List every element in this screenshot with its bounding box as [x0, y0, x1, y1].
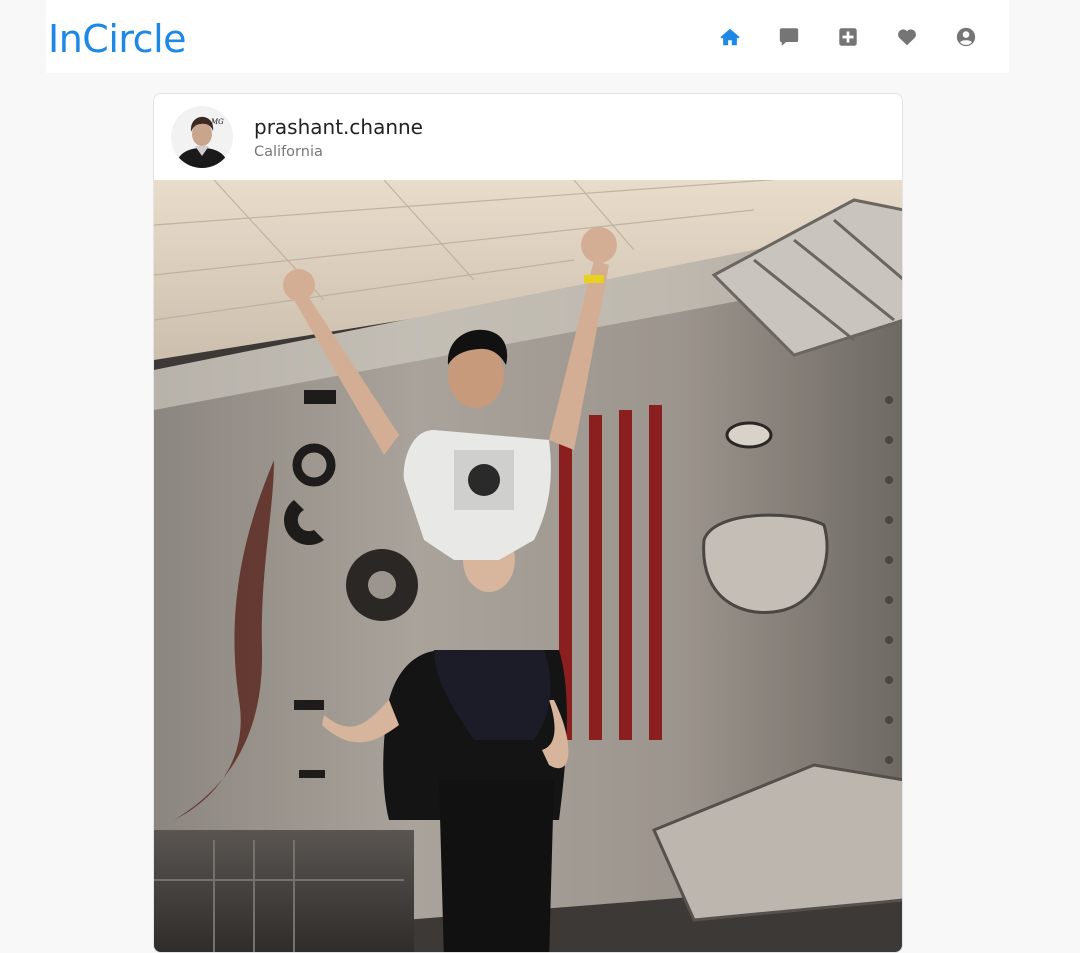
post-photo[interactable] [154, 180, 902, 952]
post-image [154, 180, 902, 952]
post-card: MG prashant.channe California [153, 93, 903, 953]
app-logo[interactable]: InCircle [46, 17, 187, 61]
nav-likes-button[interactable] [877, 17, 936, 57]
add-post-icon [838, 27, 857, 46]
profile-icon [956, 27, 975, 46]
nav-profile-button[interactable] [936, 17, 995, 57]
nav-icons [700, 17, 995, 57]
avatar-image: MG [171, 106, 233, 168]
message-icon [779, 27, 798, 46]
post-user-meta: prashant.channe California [254, 115, 423, 160]
svg-text:MG: MG [210, 118, 224, 126]
home-icon [719, 28, 740, 45]
post-username[interactable]: prashant.channe [254, 115, 423, 139]
nav-home-button[interactable] [700, 17, 759, 57]
nav-messages-button[interactable] [759, 17, 818, 57]
top-navbar: InCircle [46, 0, 1009, 73]
post-location[interactable]: California [254, 144, 423, 160]
heart-icon [897, 28, 916, 45]
nav-new-post-button[interactable] [818, 17, 877, 57]
post-header: MG prashant.channe California [154, 94, 902, 180]
avatar[interactable]: MG [171, 106, 233, 168]
